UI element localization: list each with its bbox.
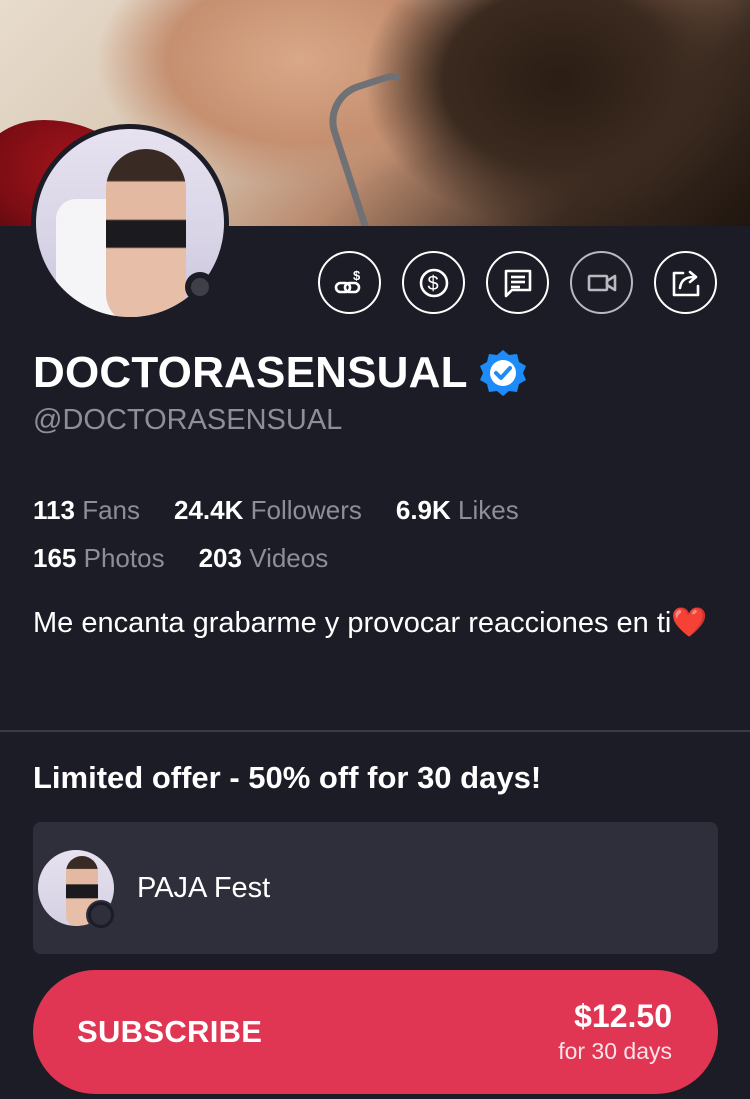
link-dollar-icon: $ [334,268,361,293]
share-icon [672,270,699,296]
svg-text:$: $ [427,273,438,295]
stat-videos: 203 Videos [199,534,329,582]
stat-fans-label: Fans [82,495,140,525]
section-divider [0,730,750,732]
promo-card[interactable]: PAJA Fest [33,822,718,954]
profile-actions: $ $ [318,251,717,314]
stat-videos-label: Videos [249,543,329,573]
offline-status-dot [185,272,215,302]
subscribe-period: for 30 days [558,1038,672,1064]
profile-avatar[interactable] [31,124,229,322]
promo-status-dot [86,900,116,930]
stat-followers: 24.4K Followers [174,486,362,534]
share-button[interactable] [654,251,717,314]
stat-photos: 165 Photos [33,534,165,582]
dollar-circle-icon: $ [419,268,448,297]
tip-link-button[interactable]: $ [318,251,381,314]
svg-text:$: $ [353,268,361,283]
subscribe-button[interactable]: SUBSCRIBE $12.50 for 30 days [33,970,718,1094]
stat-fans: 113 Fans [33,486,140,534]
promo-name: PAJA Fest [137,871,271,904]
message-button[interactable] [486,251,549,314]
avatar-figure [106,149,186,317]
stat-likes-label: Likes [458,495,519,525]
profile-bio: Me encanta grabarme y provocar reaccione… [33,607,708,639]
stat-likes: 6.9K Likes [396,486,519,534]
subscribe-price: $12.50 [574,998,672,1034]
cover-glasses [319,67,451,226]
profile-name-row: DOCTORASENSUAL [33,348,528,398]
message-icon [504,269,531,297]
video-camera-icon [587,274,616,291]
stat-photos-value: 165 [33,543,77,573]
verified-badge-icon [478,348,528,398]
stat-videos-value: 203 [198,543,242,573]
stat-photos-label: Photos [83,543,165,573]
profile-stats: 113 Fans 24.4K Followers 6.9K Likes 165 … [33,486,519,582]
stat-likes-value: 6.9K [395,495,451,525]
video-call-button[interactable] [570,251,633,314]
subscribe-label: SUBSCRIBE [77,1014,263,1049]
username-handle: @DOCTORASENSUAL [33,404,343,436]
stat-fans-value: 113 [33,495,75,525]
stat-followers-value: 24.4K [174,495,244,525]
display-name: DOCTORASENSUAL [33,348,468,397]
offer-title: Limited offer - 50% off for 30 days! [33,760,542,795]
send-tip-button[interactable]: $ [402,251,465,314]
subscribe-price-block: $12.50 for 30 days [558,997,672,1067]
stat-followers-label: Followers [250,495,362,525]
